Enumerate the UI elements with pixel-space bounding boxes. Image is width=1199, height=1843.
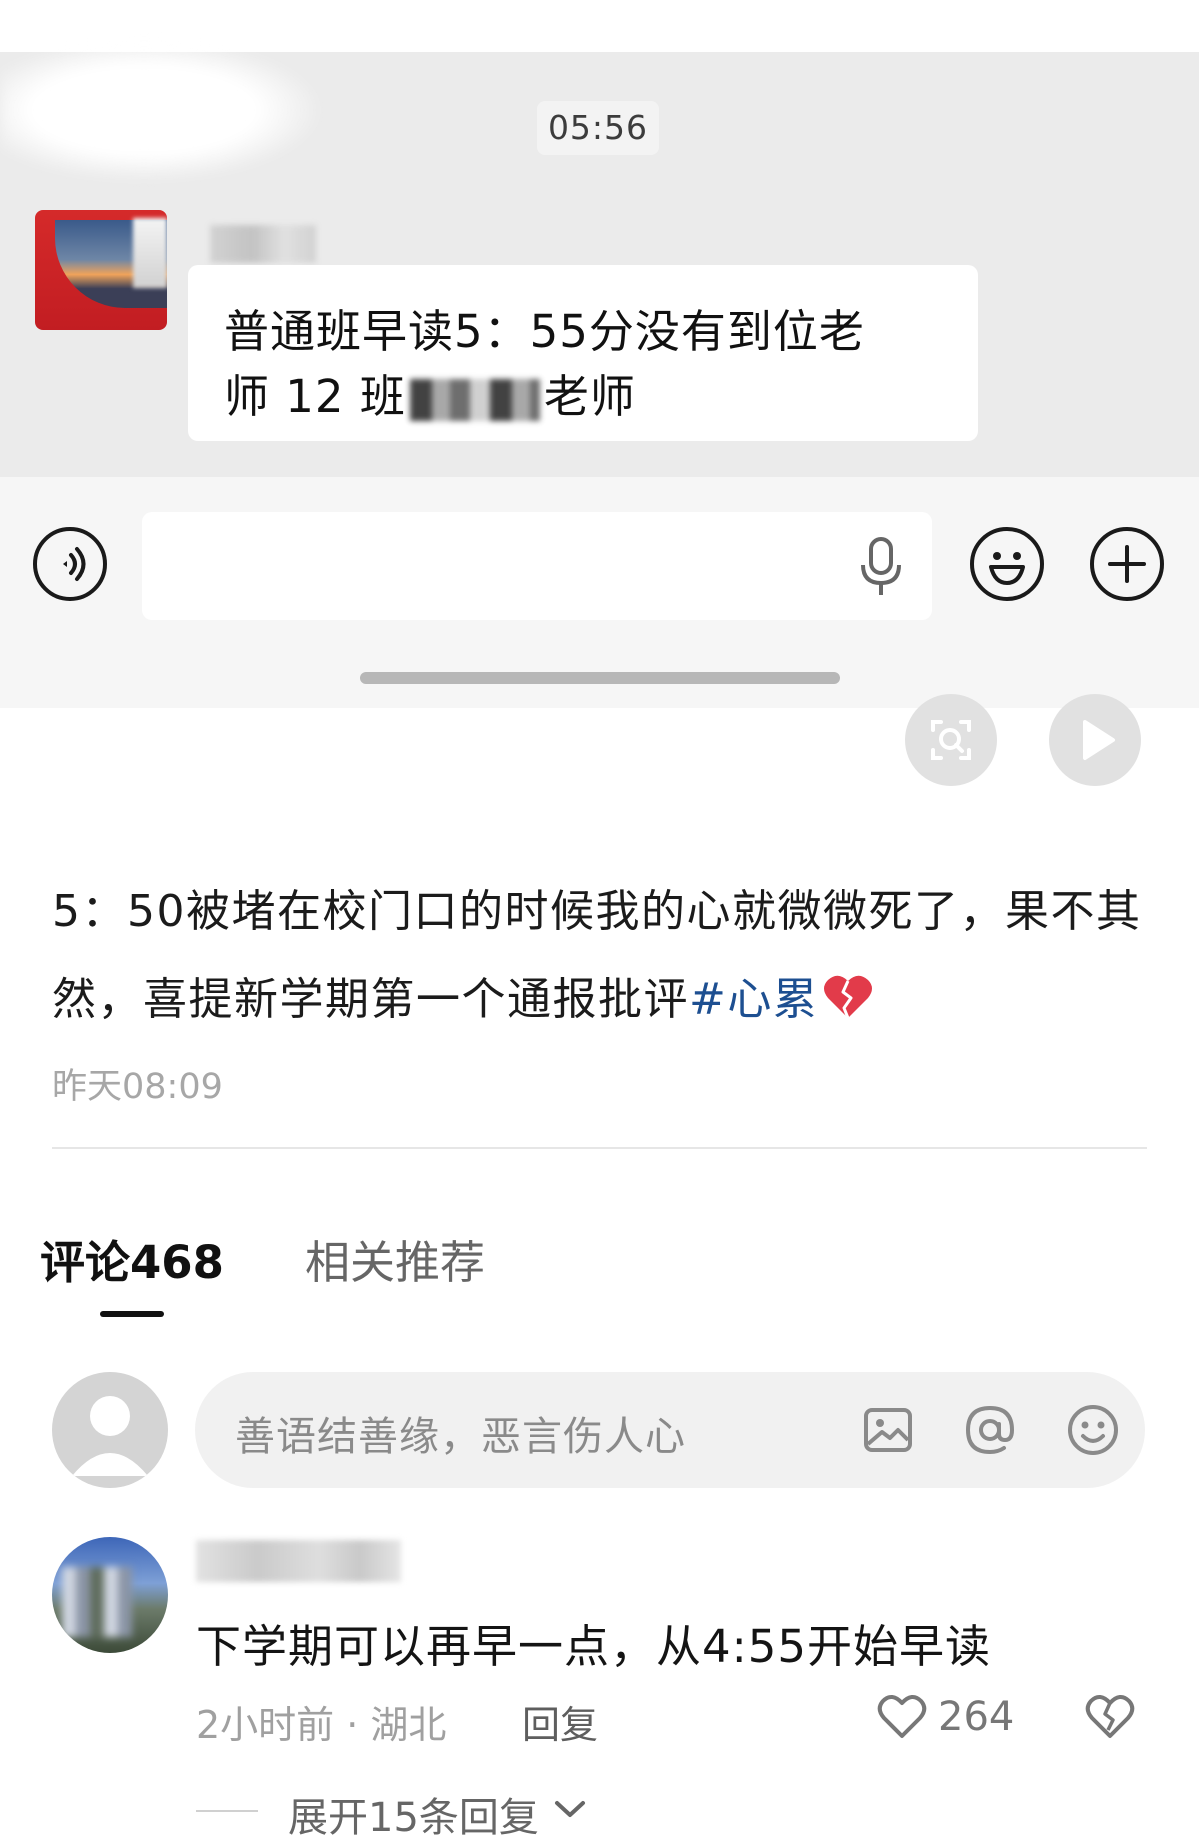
chat-screenshot: 05:56 普通班早读5：55分没有到位老 师 12 班 老师	[0, 0, 1199, 708]
sender-avatar	[35, 210, 167, 330]
emoji-icon[interactable]	[1063, 1400, 1123, 1460]
active-tab-indicator	[100, 1311, 164, 1317]
chat-message-bubble: 普通班早读5：55分没有到位老 师 12 班 老师	[188, 265, 978, 441]
my-avatar	[52, 1372, 168, 1488]
reply-button[interactable]: 回复	[522, 1694, 598, 1749]
chat-message-line-1: 普通班早读5：55分没有到位老	[224, 305, 865, 358]
like-count: 264	[938, 1694, 1015, 1740]
comment-placeholder: 善语结善缘，恶言伤人心	[235, 1414, 686, 1460]
plus-icon	[1090, 527, 1164, 601]
expand-replies-button[interactable]: 展开15条回复	[288, 1785, 539, 1843]
comment-input[interactable]: 善语结善缘，恶言伤人心	[195, 1372, 1145, 1488]
redaction-smudge	[0, 40, 320, 180]
chat-time: 05:56	[537, 101, 659, 155]
hashtag-link[interactable]: #心累	[689, 974, 818, 1025]
play-button[interactable]	[1049, 694, 1141, 786]
home-indicator	[360, 672, 840, 684]
post-timestamp: 昨天08:09	[52, 1067, 223, 1107]
voice-toggle-icon	[33, 527, 107, 601]
teacher-name-redacted	[409, 379, 540, 421]
broken-heart-icon	[824, 975, 873, 1019]
image-icon[interactable]	[858, 1400, 918, 1460]
tab-related[interactable]: 相关推荐	[305, 1226, 485, 1291]
divider	[52, 1147, 1147, 1149]
image-search-button[interactable]	[905, 694, 997, 786]
comment-text: 下学期可以再早一点，从4:55开始早读	[196, 1620, 992, 1673]
default-avatar-icon	[72, 1396, 148, 1476]
chat-message-line-2-prefix: 师 12 班	[224, 370, 406, 423]
like-icon[interactable]	[876, 1692, 928, 1740]
chat-message-line-2-suffix: 老师	[543, 370, 636, 423]
play-icon	[1083, 720, 1115, 760]
expand-divider	[196, 1810, 258, 1812]
dislike-icon[interactable]	[1084, 1692, 1136, 1740]
mention-icon[interactable]	[960, 1400, 1020, 1460]
tab-comments[interactable]: 评论468	[40, 1226, 224, 1291]
chat-text-field	[142, 512, 932, 620]
chevron-down-icon[interactable]	[553, 1797, 587, 1821]
commenter-avatar[interactable]	[52, 1537, 168, 1653]
emoji-icon	[970, 527, 1044, 601]
microphone-icon	[861, 537, 901, 595]
scan-icon	[931, 720, 971, 760]
comment-meta: 2小时前 · 湖北	[196, 1703, 447, 1747]
sender-name-redacted	[210, 225, 316, 263]
post-content: 5：50被堵在校门口的时候我的心就微微死了，果不其然，喜提新学期第一个通报批评#…	[52, 868, 1162, 1044]
post-text: 5：50被堵在校门口的时候我的心就微微死了，果不其然，喜提新学期第一个通报批评	[52, 886, 1142, 1025]
chat-message-line-2: 师 12 班 老师	[224, 360, 636, 425]
commenter-name-redacted	[196, 1540, 401, 1582]
